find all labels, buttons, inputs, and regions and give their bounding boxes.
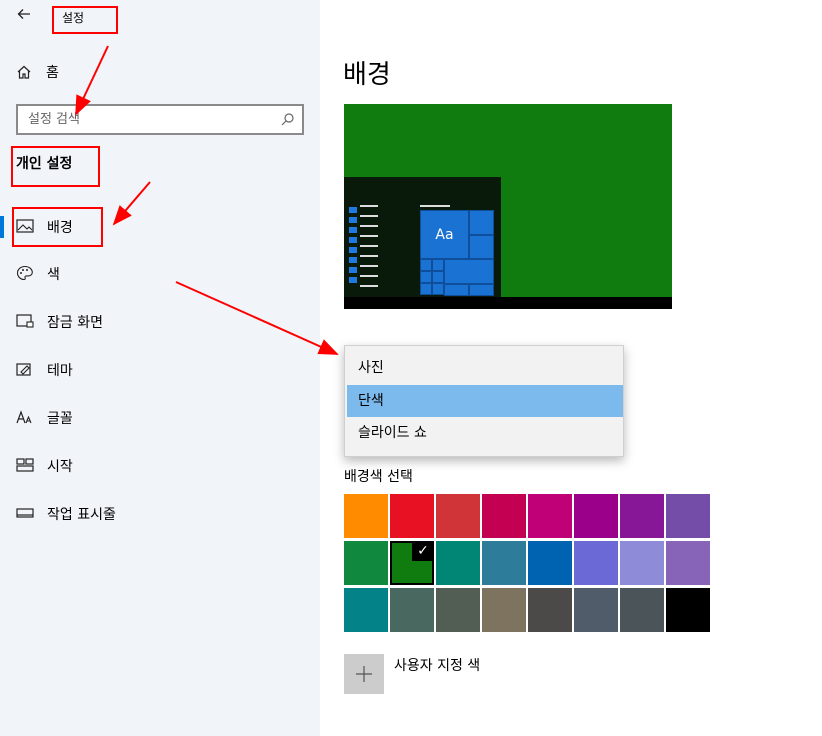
color-swatch[interactable]: [436, 494, 480, 538]
color-swatch[interactable]: [666, 541, 710, 585]
font-icon: [16, 410, 32, 424]
palette-icon: [16, 265, 33, 281]
preview-tile: Aa: [420, 210, 469, 259]
search-icon[interactable]: [280, 112, 295, 127]
color-section-label: 배경색 선택: [344, 469, 413, 485]
search-input[interactable]: [18, 106, 268, 133]
theme-brush-icon: [16, 363, 31, 376]
color-swatch[interactable]: [574, 541, 618, 585]
sidebar-item-label: 작업 표시줄: [47, 507, 116, 523]
dropdown-option-slideshow[interactable]: 슬라이드 쇼: [347, 417, 623, 449]
lock-screen-icon: [16, 314, 34, 328]
sidebar-item-lock-screen[interactable]: 잠금 화면: [0, 303, 320, 339]
sidebar-item-label: 테마: [47, 363, 73, 379]
annotation-box-personalization: [11, 146, 100, 187]
sidebar-item-color[interactable]: 색: [0, 255, 320, 291]
color-swatch[interactable]: [666, 494, 710, 538]
sidebar-item-start[interactable]: 시작: [0, 447, 320, 483]
start-menu-preview: Aa: [344, 177, 501, 297]
color-swatch[interactable]: [666, 588, 710, 632]
sidebar-item-fonts[interactable]: 글꼴: [0, 399, 320, 435]
color-swatch[interactable]: [528, 541, 572, 585]
start-menu-icon: [16, 458, 34, 472]
dropdown-option-picture[interactable]: 사진: [347, 352, 623, 384]
page-title: 배경: [343, 60, 391, 90]
color-swatch[interactable]: [482, 541, 526, 585]
home-icon: [17, 65, 31, 79]
color-swatch[interactable]: [528, 494, 572, 538]
sidebar-item-label: 글꼴: [47, 411, 73, 427]
back-arrow-icon[interactable]: [16, 6, 34, 24]
color-swatch[interactable]: ✓: [390, 541, 434, 585]
color-swatch[interactable]: [344, 494, 388, 538]
sidebar: 설정 홈 개인 설정 배경 색 잠금 화면 테마 글꼴 시작 작업 표시줄: [0, 0, 320, 736]
color-swatch[interactable]: [436, 541, 480, 585]
sidebar-item-label: 색: [47, 267, 60, 283]
taskbar-preview: [344, 297, 672, 309]
color-swatch[interactable]: [574, 588, 618, 632]
color-swatch[interactable]: [390, 494, 434, 538]
color-swatch[interactable]: [620, 494, 664, 538]
annotation-box-background: [12, 207, 103, 247]
color-swatch[interactable]: [620, 541, 664, 585]
sidebar-item-label: 잠금 화면: [47, 315, 103, 331]
custom-color-label[interactable]: 사용자 지정 색: [394, 655, 480, 675]
color-swatch[interactable]: [390, 588, 434, 632]
sidebar-item-theme[interactable]: 테마: [0, 351, 320, 387]
home-nav[interactable]: 홈: [16, 62, 59, 82]
annotation-box-title: [52, 6, 118, 34]
color-swatch[interactable]: [528, 588, 572, 632]
checkmark-icon: ✓: [412, 541, 434, 561]
color-swatch[interactable]: [574, 494, 618, 538]
color-swatch[interactable]: [436, 588, 480, 632]
sidebar-item-taskbar[interactable]: 작업 표시줄: [0, 495, 320, 531]
color-swatch[interactable]: [482, 588, 526, 632]
home-label: 홈: [46, 65, 59, 81]
desktop-preview: Aa: [344, 104, 672, 309]
custom-color-button[interactable]: [344, 654, 384, 694]
color-swatch[interactable]: [344, 541, 388, 585]
dropdown-option-solid-color[interactable]: 단색: [347, 385, 623, 417]
background-type-dropdown[interactable]: 사진 단색 슬라이드 쇼: [344, 345, 624, 457]
search-box[interactable]: [16, 104, 304, 135]
color-swatch[interactable]: [344, 588, 388, 632]
taskbar-icon: [16, 508, 34, 518]
color-swatch[interactable]: [620, 588, 664, 632]
sidebar-item-label: 시작: [47, 459, 73, 475]
plus-icon: [356, 666, 372, 682]
color-swatch[interactable]: [482, 494, 526, 538]
color-swatch-grid: ✓: [344, 494, 712, 634]
